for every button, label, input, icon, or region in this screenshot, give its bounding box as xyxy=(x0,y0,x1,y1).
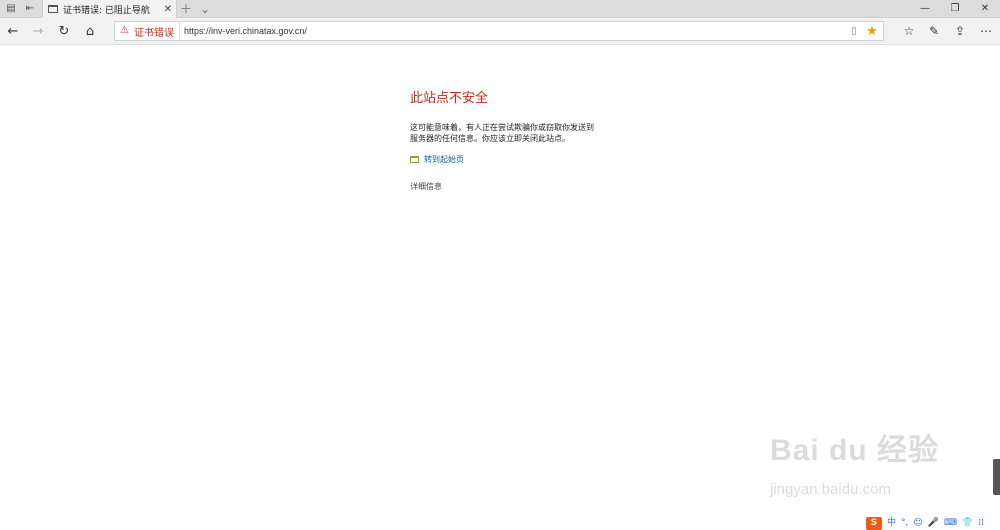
emoji-icon[interactable]: ☺ xyxy=(913,517,922,530)
pen-icon[interactable]: ✎ xyxy=(924,22,944,40)
back-button[interactable]: ← xyxy=(3,22,23,40)
certificate-error-label: 证书错误 xyxy=(133,27,174,39)
url-text[interactable]: https://inv-veri.chinatax.gov.cn/ xyxy=(180,26,846,36)
more-menu-icon[interactable]: ⋯ xyxy=(976,22,996,40)
certificate-error-indicator[interactable]: ⚠ 证书错误 xyxy=(115,22,180,40)
navigation-bar: ← → ↻ ⌂ ⚠ 证书错误 https://inv-veri.chinatax… xyxy=(0,18,1000,45)
forward-button[interactable]: → xyxy=(28,22,48,40)
punctuation-icon[interactable]: °, xyxy=(901,517,908,530)
tab-list-chevron-icon[interactable]: ⌄ xyxy=(200,0,210,17)
favorites-hub-icon[interactable]: ☆ xyxy=(899,22,919,40)
start-page-link-label: 转到起始页 xyxy=(424,155,464,164)
browser-window: ▤ ⇤ 证书错误: 已阻止导航 ✕ ＋ ⌄ — ❐ ✕ ← → ↻ ⌂ ⚠ 证书… xyxy=(0,0,1000,530)
refresh-button[interactable]: ↻ xyxy=(54,22,74,40)
reading-view-icon[interactable]: ▯ xyxy=(846,23,862,39)
address-bar[interactable]: ⚠ 证书错误 https://inv-veri.chinatax.gov.cn/… xyxy=(114,21,884,41)
sogou-ime-logo-icon[interactable]: S xyxy=(866,516,882,530)
side-panel-handle[interactable] xyxy=(993,459,1000,495)
ime-mode-toggle[interactable]: 中 xyxy=(887,517,896,530)
new-tab-button[interactable]: ＋ xyxy=(180,0,192,17)
microphone-icon[interactable]: 🎤 xyxy=(928,517,939,530)
watermark-logo: Bai du 经验 xyxy=(770,434,940,467)
tab-close-button[interactable]: ✕ xyxy=(164,4,172,15)
tab-strip: ▤ ⇤ 证书错误: 已阻止导航 ✕ ＋ ⌄ — ❐ ✕ xyxy=(0,0,1000,18)
warning-icon: ⚠ xyxy=(120,25,129,36)
error-description: 这可能意味着，有人正在尝试欺骗你或窃取你发送到服务器的任何信息。你应该立即关闭此… xyxy=(410,123,594,143)
start-page-icon xyxy=(410,156,419,163)
ime-toolbar: S 中 °, ☺ 🎤 ⌨ 👕 ⁞⁞ xyxy=(866,516,984,530)
share-icon[interactable]: ⇪ xyxy=(950,22,970,40)
minimize-button[interactable]: — xyxy=(910,0,940,17)
watermark-url: jingyan.baidu.com xyxy=(770,481,891,498)
keyboard-icon[interactable]: ⌨ xyxy=(944,517,957,530)
tab-preview-icon[interactable]: ▤ xyxy=(3,1,19,16)
baidu-jingyan-watermark: Bai du 经验 jingyan.baidu.com xyxy=(770,425,970,505)
favorite-star-icon[interactable]: ★ xyxy=(864,23,880,39)
toolbox-icon[interactable]: ⁞⁞ xyxy=(978,517,984,530)
skin-icon[interactable]: 👕 xyxy=(962,517,973,530)
home-button[interactable]: ⌂ xyxy=(80,22,100,40)
details-link[interactable]: 详细信息 xyxy=(410,181,442,192)
set-aside-tabs-icon[interactable]: ⇤ xyxy=(22,1,38,16)
error-title: 此站点不安全 xyxy=(410,91,489,106)
restore-button[interactable]: ❐ xyxy=(940,0,970,17)
go-to-start-page-link[interactable]: 转到起始页 xyxy=(410,154,464,165)
page-icon xyxy=(48,5,58,13)
tab-title: 证书错误: 已阻止导航 xyxy=(63,5,150,16)
tab-active[interactable]: 证书错误: 已阻止导航 ✕ xyxy=(42,0,177,18)
close-window-button[interactable]: ✕ xyxy=(970,0,1000,17)
